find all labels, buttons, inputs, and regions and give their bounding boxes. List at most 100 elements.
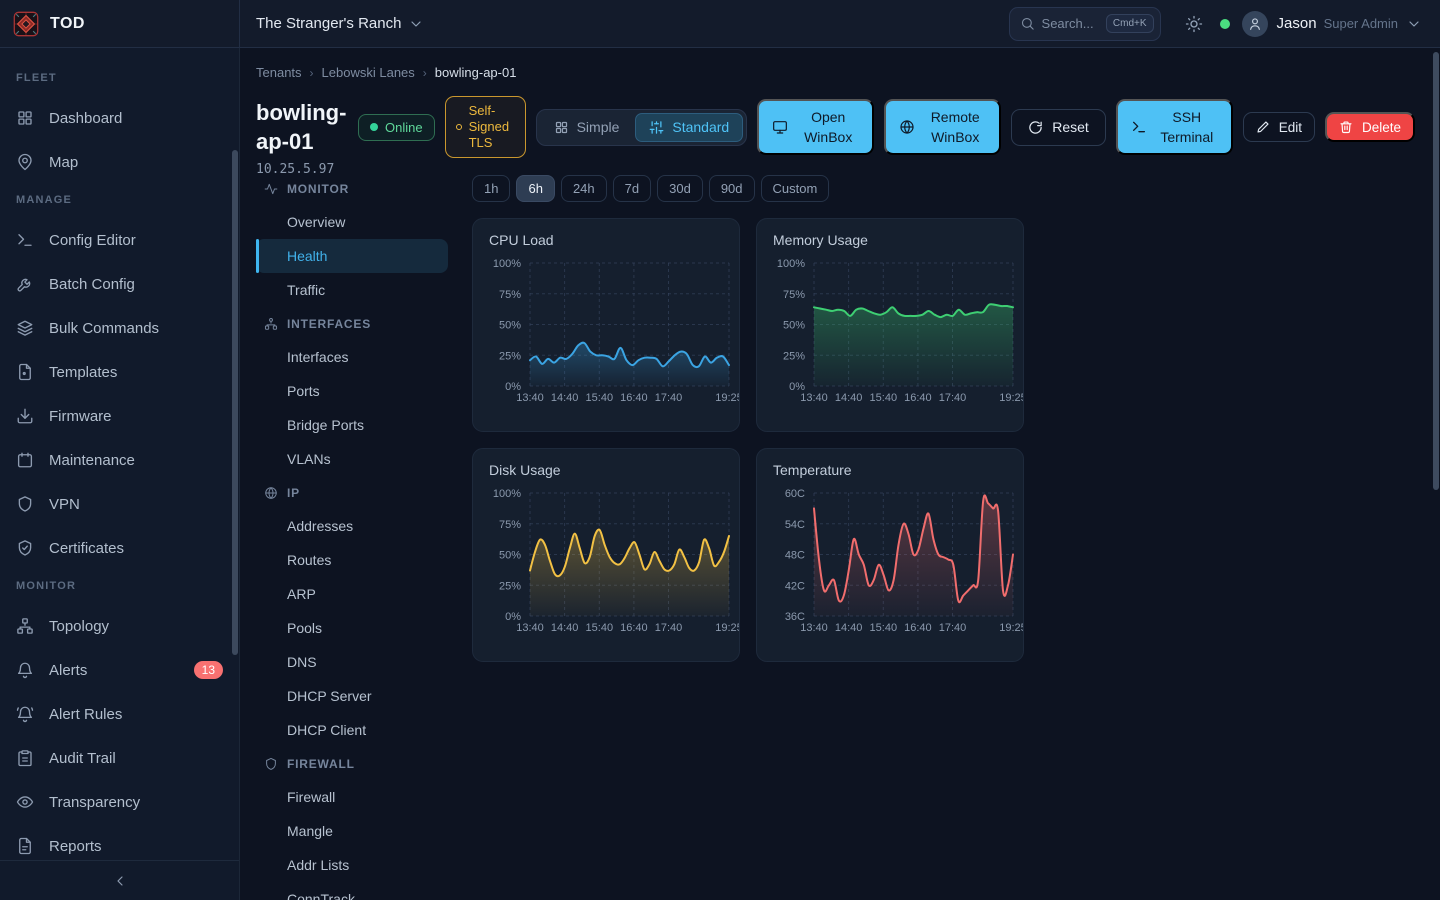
search-box[interactable]: Cmd+K — [1009, 7, 1161, 41]
subnav-item-traffic[interactable]: Traffic — [256, 273, 448, 307]
subnav-item-vlans[interactable]: VLANs — [256, 442, 448, 476]
chart-title: Memory Usage — [773, 232, 868, 248]
subnav-item-dhcp-client[interactable]: DHCP Client — [256, 713, 448, 747]
sidebar-item-dashboard[interactable]: Dashboard — [0, 96, 239, 140]
subnav-item-addresses[interactable]: Addresses — [256, 509, 448, 543]
pencil-icon — [1256, 120, 1270, 134]
calendar-icon — [16, 451, 34, 469]
trash-icon — [1339, 120, 1353, 134]
delete-button[interactable]: Delete — [1325, 112, 1415, 142]
sidebar-item-map[interactable]: Map — [0, 140, 239, 184]
subnav-section-label: FIREWALL — [256, 747, 448, 780]
breadcrumb: Tenants›Lebowski Lanes›bowling-ap-01 — [256, 65, 1440, 80]
sidebar-item-label: Topology — [49, 618, 109, 635]
subnav-item-arp[interactable]: ARP — [256, 577, 448, 611]
user-menu-chevron-icon[interactable] — [1406, 16, 1422, 32]
sliders-icon — [649, 120, 664, 135]
subnav-item-dhcp-server[interactable]: DHCP Server — [256, 679, 448, 713]
svg-text:75%: 75% — [499, 519, 521, 531]
time-range-7d[interactable]: 7d — [613, 175, 651, 202]
bell-icon — [16, 661, 34, 679]
app-name: TOD — [50, 15, 85, 33]
subnav-item-ports[interactable]: Ports — [256, 374, 448, 408]
svg-text:14:40: 14:40 — [551, 392, 579, 404]
subnav-item-interfaces[interactable]: Interfaces — [256, 340, 448, 374]
subnav-item-firewall[interactable]: Firewall — [256, 780, 448, 814]
page-scrollbar[interactable] — [1433, 52, 1439, 490]
sidebar-item-certificates[interactable]: Certificates — [0, 526, 239, 570]
subnav-item-addr-lists[interactable]: Addr Lists — [256, 848, 448, 882]
remote-winbox-button[interactable]: Remote WinBox — [884, 99, 1001, 155]
tenant-selector[interactable]: The Stranger's Ranch — [256, 15, 424, 32]
time-range-custom[interactable]: Custom — [761, 175, 830, 202]
open-winbox-button[interactable]: Open WinBox — [757, 99, 874, 155]
subnav-item-pools[interactable]: Pools — [256, 611, 448, 645]
sidebar-collapse-button[interactable] — [0, 860, 239, 900]
user-avatar[interactable] — [1242, 11, 1268, 37]
breadcrumb-item[interactable]: Lebowski Lanes — [322, 65, 415, 80]
svg-text:19:25: 19:25 — [999, 622, 1024, 634]
svg-text:13:40: 13:40 — [800, 622, 828, 634]
svg-text:54C: 54C — [785, 519, 805, 531]
subnav-item-health[interactable]: Health — [256, 239, 448, 273]
sidebar-item-firmware[interactable]: Firmware — [0, 394, 239, 438]
search-shortcut: Cmd+K — [1106, 14, 1154, 33]
sidebar-item-batch-config[interactable]: Batch Config — [0, 262, 239, 306]
svg-text:15:40: 15:40 — [870, 392, 898, 404]
subnav-item-overview[interactable]: Overview — [256, 205, 448, 239]
search-input[interactable] — [1042, 16, 1099, 31]
monitor-icon — [772, 119, 788, 135]
subnav-item-dns[interactable]: DNS — [256, 645, 448, 679]
time-range-24h[interactable]: 24h — [561, 175, 607, 202]
sidebar-item-templates[interactable]: Templates — [0, 350, 239, 394]
activity-icon — [264, 182, 278, 196]
svg-text:48C: 48C — [785, 550, 805, 562]
time-range-6h[interactable]: 6h — [516, 175, 554, 202]
theme-toggle-sun-icon[interactable] — [1185, 15, 1203, 33]
subnav-item-conntrack[interactable]: ConnTrack — [256, 882, 448, 900]
sidebar-item-label: Templates — [49, 364, 117, 381]
time-range-90d[interactable]: 90d — [709, 175, 755, 202]
time-range-30d[interactable]: 30d — [657, 175, 703, 202]
ssh-terminal-button[interactable]: SSH Terminal — [1116, 99, 1233, 155]
breadcrumb-separator-icon: › — [423, 66, 427, 80]
subnav-item-routes[interactable]: Routes — [256, 543, 448, 577]
chart-card-disk-usage: Disk Usage0%25%50%75%100%13:4014:4015:40… — [472, 448, 740, 662]
sidebar-item-transparency[interactable]: Transparency — [0, 780, 239, 824]
view-mode-simple[interactable]: Simple — [540, 113, 634, 142]
reset-button[interactable]: Reset — [1011, 109, 1106, 146]
svg-text:50%: 50% — [783, 320, 805, 332]
view-mode-standard[interactable]: Standard — [635, 113, 743, 142]
device-subnav: MONITOROverviewHealthTrafficINTERFACESIn… — [256, 172, 448, 900]
sidebar-item-alerts[interactable]: Alerts13 — [0, 648, 239, 692]
sidebar-item-bulk-commands[interactable]: Bulk Commands — [0, 306, 239, 350]
connection-status-dot — [1220, 19, 1230, 29]
sidebar-section-label: MANAGE — [0, 184, 239, 218]
layers-icon — [16, 319, 34, 337]
svg-text:15:40: 15:40 — [586, 622, 614, 634]
time-range-1h[interactable]: 1h — [472, 175, 510, 202]
sidebar-item-label: Map — [49, 154, 78, 171]
sidebar-item-vpn[interactable]: VPN — [0, 482, 239, 526]
firewall-shield-icon — [264, 757, 278, 771]
main-sidebar: FLEETDashboardMapMANAGEConfig EditorBatc… — [0, 48, 240, 900]
sidebar-item-alert-rules[interactable]: Alert Rules — [0, 692, 239, 736]
breadcrumb-item[interactable]: Tenants — [256, 65, 302, 80]
edit-button[interactable]: Edit — [1243, 112, 1315, 142]
sidebar-scrollbar[interactable] — [232, 150, 238, 655]
globe-icon — [899, 119, 915, 135]
sidebar-item-topology[interactable]: Topology — [0, 604, 239, 648]
chart-card-memory-usage: Memory Usage0%25%50%75%100%13:4014:4015:… — [756, 218, 1024, 432]
subnav-item-mangle[interactable]: Mangle — [256, 814, 448, 848]
sidebar-item-config-editor[interactable]: Config Editor — [0, 218, 239, 262]
sidebar-item-audit-trail[interactable]: Audit Trail — [0, 736, 239, 780]
app-logo[interactable]: TOD — [0, 0, 240, 47]
svg-text:17:40: 17:40 — [655, 392, 683, 404]
sidebar-item-maintenance[interactable]: Maintenance — [0, 438, 239, 482]
alerts-count-badge: 13 — [194, 661, 223, 679]
sidebar-item-label: Bulk Commands — [49, 320, 159, 337]
sidebar-item-reports[interactable]: Reports — [0, 824, 239, 860]
svg-text:17:40: 17:40 — [655, 622, 683, 634]
subnav-item-bridge-ports[interactable]: Bridge Ports — [256, 408, 448, 442]
chart-card-temperature: Temperature36C42C48C54C60C13:4014:4015:4… — [756, 448, 1024, 662]
